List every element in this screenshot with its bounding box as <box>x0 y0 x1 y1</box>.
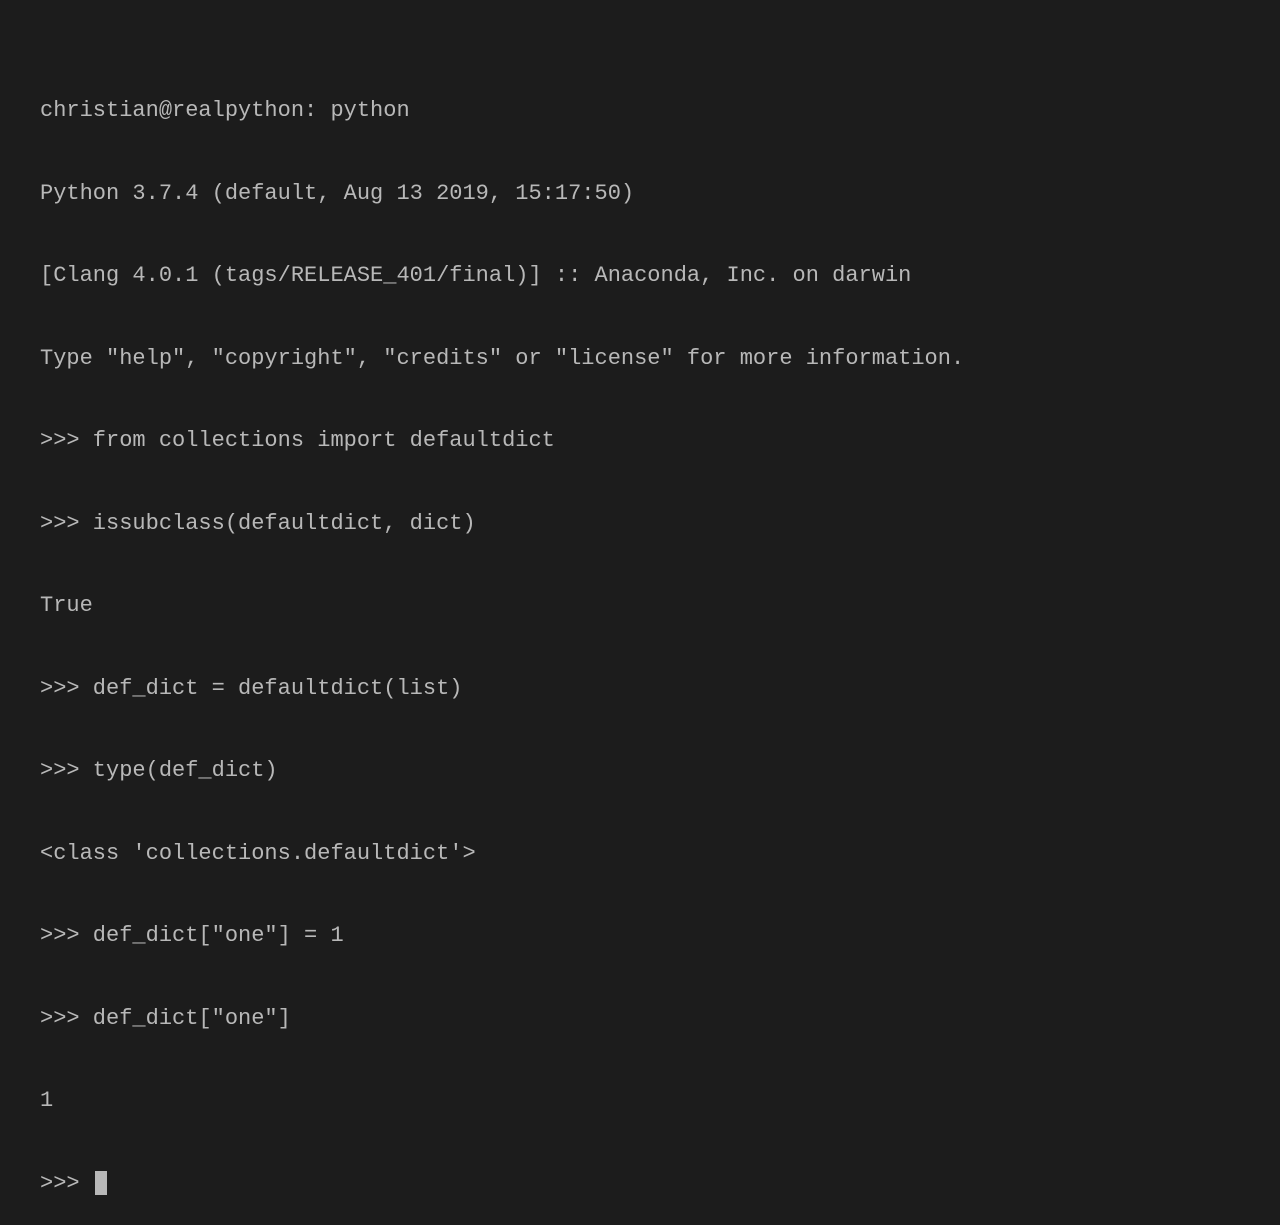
terminal-window[interactable]: christian@realpython: python Python 3.7.… <box>40 42 1240 1225</box>
repl-prompt: >>> <box>40 1170 93 1198</box>
shell-prompt-line: christian@realpython: python <box>40 97 1240 125</box>
compiler-info-line: [Clang 4.0.1 (tags/RELEASE_401/final)] :… <box>40 262 1240 290</box>
python-version-line: Python 3.7.4 (default, Aug 13 2019, 15:1… <box>40 180 1240 208</box>
repl-output-one: 1 <box>40 1087 1240 1115</box>
repl-line-type: >>> type(def_dict) <box>40 757 1240 785</box>
repl-output-true: True <box>40 592 1240 620</box>
repl-line-import: >>> from collections import defaultdict <box>40 427 1240 455</box>
repl-line-defdict-assign: >>> def_dict = defaultdict(list) <box>40 675 1240 703</box>
cursor-icon <box>95 1171 107 1195</box>
repl-active-prompt[interactable]: >>> <box>40 1170 1240 1198</box>
repl-line-issubclass: >>> issubclass(defaultdict, dict) <box>40 510 1240 538</box>
repl-output-class: <class 'collections.defaultdict'> <box>40 840 1240 868</box>
help-info-line: Type "help", "copyright", "credits" or "… <box>40 345 1240 373</box>
repl-line-get-one: >>> def_dict["one"] <box>40 1005 1240 1033</box>
repl-line-set-one: >>> def_dict["one"] = 1 <box>40 922 1240 950</box>
